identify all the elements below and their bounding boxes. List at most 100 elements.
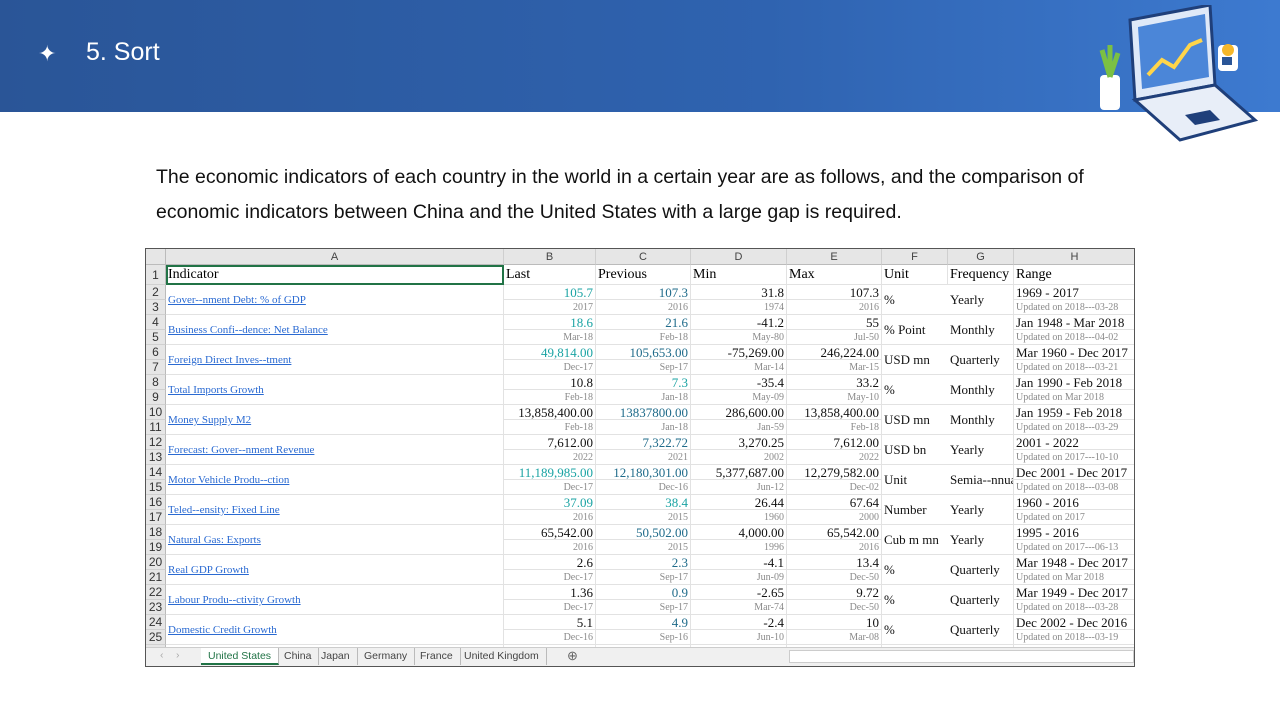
updated-cell[interactable]: Updated on 2018---03-21 xyxy=(1014,360,1134,375)
prev-date[interactable]: Jan-18 xyxy=(596,390,691,405)
sheet-tab-germany[interactable]: Germany xyxy=(357,648,416,665)
last-date[interactable]: Mar-18 xyxy=(504,330,596,345)
indicator-link[interactable]: Business Confi--dence: Net Balance xyxy=(166,315,504,345)
header-cell-max[interactable]: Max xyxy=(787,265,882,285)
row-header[interactable]: 23 xyxy=(146,600,166,615)
prev-value[interactable]: 12,180,301.00 xyxy=(596,465,691,480)
row-header[interactable]: 20 xyxy=(146,555,166,570)
column-header-A[interactable]: A xyxy=(166,249,504,265)
max-date[interactable]: 2022 xyxy=(787,450,882,465)
prev-date[interactable]: 2016 xyxy=(596,300,691,315)
row-header[interactable]: 21 xyxy=(146,570,166,585)
range-cell[interactable]: 2001 - 2022 xyxy=(1014,435,1134,450)
last-value[interactable]: 11,189,985.00 xyxy=(504,465,596,480)
sheet-tab-france[interactable]: France xyxy=(413,648,461,665)
max-value[interactable]: 7,612.00 xyxy=(787,435,882,450)
horizontal-scrollbar[interactable] xyxy=(789,650,1134,663)
unit-cell[interactable]: Cub m mn xyxy=(882,525,948,555)
min-date[interactable]: May-09 xyxy=(691,390,787,405)
prev-date[interactable]: Sep-17 xyxy=(596,570,691,585)
max-date[interactable]: 2016 xyxy=(787,540,882,555)
sheet-tab-japan[interactable]: Japan xyxy=(314,648,358,665)
updated-cell[interactable]: Updated on Mar 2018 xyxy=(1014,570,1134,585)
header-cell-range[interactable]: Range xyxy=(1014,265,1134,285)
prev-date[interactable]: Sep-16 xyxy=(596,630,691,645)
max-date[interactable]: May-10 xyxy=(787,390,882,405)
range-cell[interactable]: Dec 2001 - Dec 2017 xyxy=(1014,465,1134,480)
min-value[interactable]: 26.44 xyxy=(691,495,787,510)
row-header[interactable]: 15 xyxy=(146,480,166,495)
row-header[interactable]: 22 xyxy=(146,585,166,600)
header-cell-unit[interactable]: Unit xyxy=(882,265,948,285)
indicator-link[interactable]: Real GDP Growth xyxy=(166,555,504,585)
max-value[interactable]: 9.72 xyxy=(787,585,882,600)
updated-cell[interactable]: Updated on 2018---03-08 xyxy=(1014,480,1134,495)
unit-cell[interactable]: Unit xyxy=(882,465,948,495)
max-date[interactable]: Dec-50 xyxy=(787,600,882,615)
max-value[interactable]: 12,279,582.00 xyxy=(787,465,882,480)
range-cell[interactable]: Jan 1948 - Mar 2018 xyxy=(1014,315,1134,330)
unit-cell[interactable]: % xyxy=(882,285,948,315)
unit-cell[interactable]: % xyxy=(882,615,948,645)
row-header[interactable]: 8 xyxy=(146,375,166,390)
max-date[interactable]: Jul-50 xyxy=(787,330,882,345)
prev-date[interactable]: 2021 xyxy=(596,450,691,465)
range-cell[interactable]: Jan 1959 - Feb 2018 xyxy=(1014,405,1134,420)
frequency-cell[interactable]: Monthly xyxy=(948,405,1014,435)
range-cell[interactable]: Dec 2002 - Dec 2016 xyxy=(1014,615,1134,630)
last-date[interactable]: Dec-17 xyxy=(504,360,596,375)
unit-cell[interactable]: USD mn xyxy=(882,345,948,375)
column-header-B[interactable]: B xyxy=(504,249,596,265)
last-value[interactable]: 10.8 xyxy=(504,375,596,390)
prev-value[interactable]: 2.3 xyxy=(596,555,691,570)
row-header[interactable]: 19 xyxy=(146,540,166,555)
indicator-link[interactable]: Forecast: Gover--nment Revenue xyxy=(166,435,504,465)
last-value[interactable]: 37.09 xyxy=(504,495,596,510)
sheet-tab-united-states[interactable]: United States xyxy=(201,648,280,665)
row-header[interactable]: 3 xyxy=(146,300,166,315)
tab-scroll-right-icon[interactable]: › xyxy=(176,649,180,661)
updated-cell[interactable]: Updated on 2018---03-28 xyxy=(1014,600,1134,615)
frequency-cell[interactable]: Quarterly xyxy=(948,585,1014,615)
column-header-F[interactable]: F xyxy=(882,249,948,265)
row-header[interactable]: 17 xyxy=(146,510,166,525)
updated-cell[interactable]: Updated on 2017---06-13 xyxy=(1014,540,1134,555)
indicator-link[interactable]: Domestic Credit Growth xyxy=(166,615,504,645)
min-value[interactable]: -41.2 xyxy=(691,315,787,330)
min-value[interactable]: -35.4 xyxy=(691,375,787,390)
max-date[interactable]: Feb-18 xyxy=(787,420,882,435)
column-header-H[interactable]: H xyxy=(1014,249,1134,265)
frequency-cell[interactable]: Quarterly xyxy=(948,345,1014,375)
column-header-C[interactable]: C xyxy=(596,249,691,265)
max-value[interactable]: 10 xyxy=(787,615,882,630)
prev-value[interactable]: 107.3 xyxy=(596,285,691,300)
last-date[interactable]: Dec-16 xyxy=(504,630,596,645)
max-value[interactable]: 33.2 xyxy=(787,375,882,390)
min-date[interactable]: Jan-59 xyxy=(691,420,787,435)
last-value[interactable]: 49,814.00 xyxy=(504,345,596,360)
last-date[interactable]: Dec-17 xyxy=(504,600,596,615)
prev-value[interactable]: 7,322.72 xyxy=(596,435,691,450)
min-date[interactable]: Jun-10 xyxy=(691,630,787,645)
prev-value[interactable]: 4.9 xyxy=(596,615,691,630)
unit-cell[interactable]: % xyxy=(882,585,948,615)
min-date[interactable]: 1996 xyxy=(691,540,787,555)
unit-cell[interactable]: % xyxy=(882,555,948,585)
indicator-link[interactable]: Teled--ensity: Fixed Line xyxy=(166,495,504,525)
frequency-cell[interactable]: Quarterly xyxy=(948,555,1014,585)
column-header-E[interactable]: E xyxy=(787,249,882,265)
last-date[interactable]: Feb-18 xyxy=(504,390,596,405)
prev-date[interactable]: Sep-17 xyxy=(596,600,691,615)
frequency-cell[interactable]: Yearly xyxy=(948,525,1014,555)
min-value[interactable]: -2.4 xyxy=(691,615,787,630)
row-header[interactable]: 13 xyxy=(146,450,166,465)
frequency-cell[interactable]: Semia--nnual xyxy=(948,465,1014,495)
updated-cell[interactable]: Updated on 2017 xyxy=(1014,510,1134,525)
row-header[interactable]: 1 xyxy=(146,265,166,285)
row-header[interactable]: 11 xyxy=(146,420,166,435)
tab-scroll-left-icon[interactable]: ‹ xyxy=(160,649,164,661)
last-value[interactable]: 65,542.00 xyxy=(504,525,596,540)
last-value[interactable]: 18.6 xyxy=(504,315,596,330)
updated-cell[interactable]: Updated on 2018---03-29 xyxy=(1014,420,1134,435)
min-value[interactable]: 286,600.00 xyxy=(691,405,787,420)
